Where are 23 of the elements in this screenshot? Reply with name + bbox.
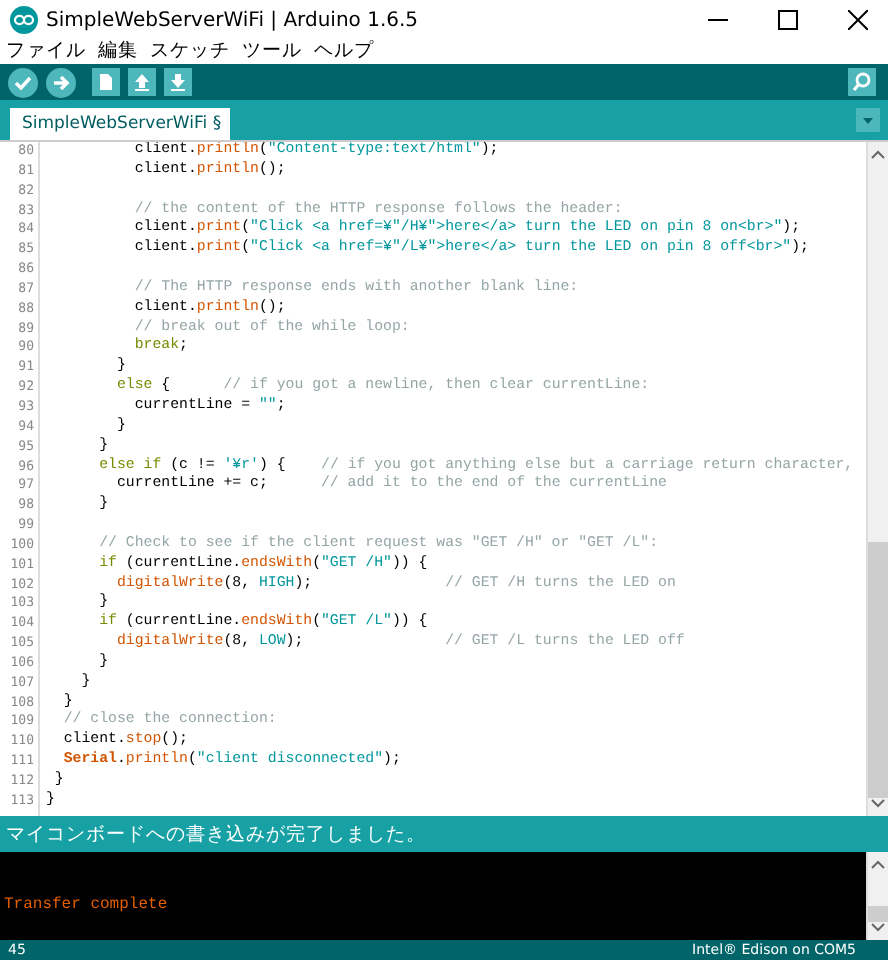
console-line: Transfer complete	[4, 896, 170, 914]
scroll-up-icon[interactable]	[870, 148, 886, 160]
scroll-up-icon[interactable]	[870, 858, 886, 870]
maximize-icon[interactable]	[778, 10, 798, 30]
scroll-down-icon[interactable]	[870, 798, 886, 810]
upload-button[interactable]	[46, 67, 76, 97]
menu-item[interactable]: スケッチ	[150, 37, 230, 63]
menu-item[interactable]: ツール	[242, 37, 302, 63]
close-icon[interactable]	[848, 10, 868, 30]
app-logo-icon	[10, 6, 38, 34]
menu-item[interactable]: ファイル	[6, 37, 86, 63]
status-message: マイコンボードへの書き込みが完了しました。	[6, 821, 426, 847]
window-title: SimpleWebServerWiFi | Arduino 1.6.5	[46, 9, 421, 31]
scroll-thumb[interactable]	[868, 542, 888, 798]
menu-item[interactable]: ヘルプ	[314, 37, 374, 63]
scroll-down-icon[interactable]	[870, 922, 886, 934]
menu-item[interactable]: 編集	[98, 37, 138, 63]
sketch-tab[interactable]: SimpleWebServerWiFi §	[10, 108, 230, 140]
scrollbar[interactable]	[866, 142, 888, 816]
scroll-thumb[interactable]	[868, 906, 888, 922]
scrollbar[interactable]	[866, 852, 888, 940]
verify-button[interactable]	[8, 67, 38, 97]
tab-menu-button[interactable]	[856, 108, 880, 132]
